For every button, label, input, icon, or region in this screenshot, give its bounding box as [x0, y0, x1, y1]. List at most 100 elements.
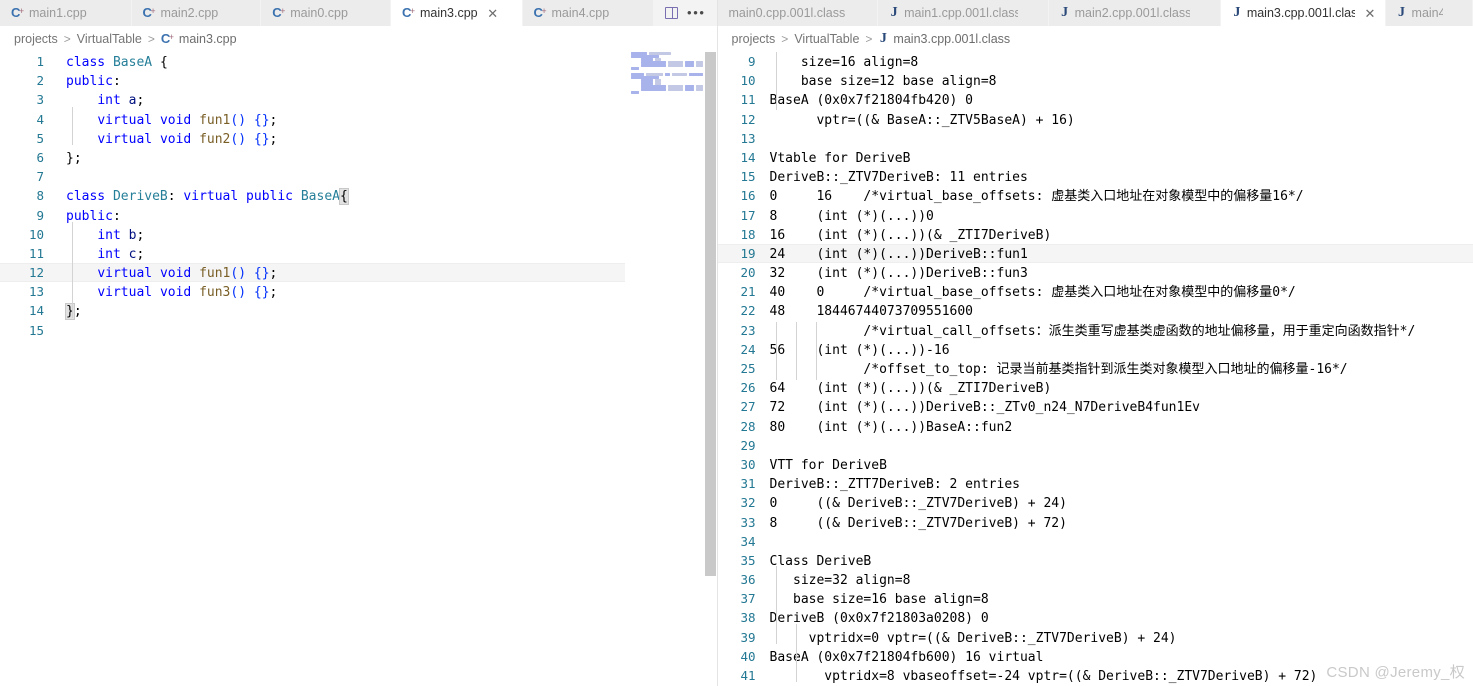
code-line[interactable]: 18 16 (int (*)(...))(& _ZTI7DeriveB) — [718, 225, 1473, 244]
code-text: virtual void fun2() {}; — [97, 131, 278, 147]
more-actions-icon[interactable]: ••• — [687, 6, 705, 19]
code-lines-right[interactable]: 9 size=16 align=8 10 base size=12 base al… — [717, 52, 1473, 686]
code-line[interactable]: 22 48 18446744073709551600 — [718, 301, 1473, 320]
code-line[interactable]: 7 — [0, 167, 717, 186]
code-line[interactable]: 24 56 (int (*)(...))-16 — [718, 340, 1473, 359]
code-line[interactable]: 31 DeriveB::_ZTT7DeriveB: 2 entries — [718, 474, 1473, 493]
code-line[interactable]: 41 vptridx=8 vbaseoffset=-24 vptr=((& De… — [718, 666, 1473, 685]
code-line[interactable]: 14 Vtable for DeriveB — [718, 148, 1473, 167]
line-number: 20 — [740, 265, 756, 281]
code-text: Vtable for DeriveB — [769, 150, 911, 166]
code-text: int a; — [97, 93, 145, 109]
code-line[interactable]: 12 vptr=((& BaseA::_ZTV5BaseA) + 16) — [718, 110, 1473, 129]
line-number: 25 — [740, 361, 756, 376]
java-class-icon: J — [1398, 5, 1406, 20]
line-number: 10 — [740, 73, 756, 89]
minimap-token — [630, 73, 644, 76]
tab-main4-cpp[interactable]: C+main4.cpp✕ — [522, 0, 655, 26]
vertical-scrollbar-left[interactable] — [702, 52, 717, 686]
code-line[interactable]: 6}; — [0, 148, 717, 167]
code-line[interactable]: 40 BaseA (0x0x7f21804fb600) 16 virtual — [718, 647, 1473, 666]
code-lines-left[interactable]: 1 class BaseA {2 public: 3 int a; 4 virtual … — [0, 52, 717, 686]
tab-main0-cpp[interactable]: C+main0.cpp✕ — [261, 0, 391, 26]
code-line[interactable]: 16 0 16 /*virtual_base_offsets: 虚基类入口地址在对… — [718, 186, 1473, 205]
code-line[interactable]: 4 virtual void fun1() {}; — [0, 110, 717, 129]
line-number: 21 — [740, 284, 756, 300]
minimap-token — [630, 52, 647, 55]
code-line[interactable]: 37 base size=16 base align=8 — [718, 589, 1473, 608]
code-line[interactable]: 1 class BaseA { — [0, 52, 717, 71]
code-line[interactable]: 14}; — [0, 301, 717, 321]
line-number: 4 — [36, 111, 44, 127]
breadcrumb-separator-icon: > — [63, 32, 71, 46]
code-line[interactable]: 20 32 (int (*)(...))DeriveB::fun3 — [718, 263, 1473, 282]
code-line[interactable]: 29 — [718, 436, 1473, 455]
code-line[interactable]: 34 — [718, 532, 1473, 551]
line-number: 12 — [740, 111, 756, 127]
breadcrumb-root[interactable]: projects — [14, 32, 58, 46]
breadcrumb-file[interactable]: main3.cpp.001l.class — [893, 32, 1010, 46]
code-line[interactable]: 13 virtual void fun3() {}; — [0, 282, 717, 301]
code-line[interactable]: 15 — [0, 321, 717, 340]
breadcrumb-file[interactable]: main3.cpp — [179, 32, 237, 46]
code-line[interactable]: 25 /*offset_to_top: 记录当前基类指针到派生类对象模型入口地址… — [718, 359, 1473, 378]
code-line[interactable]: 28 80 (int (*)(...))BaseA::fun2 — [718, 417, 1473, 436]
code-text: 72 (int (*)(...))DeriveB::_ZTv0_n24_N7De… — [769, 400, 1200, 416]
tab-main1-cpp[interactable]: C+main1.cpp✕ — [0, 0, 132, 26]
code-line[interactable]: 11 BaseA (0x0x7f21804fb420) 0 — [718, 90, 1473, 109]
code-line[interactable]: 32 0 ((& DeriveB::_ZTV7DeriveB) + 24) — [718, 493, 1473, 512]
code-line[interactable]: 12 virtual void fun1() {}; — [0, 263, 717, 283]
scrollbar-thumb[interactable] — [704, 52, 716, 576]
minimap-token — [695, 61, 703, 64]
code-text: 24 (int (*)(...))DeriveB::fun1 — [769, 246, 1028, 262]
code-editor-left[interactable]: 1 class BaseA {2 public: 3 int a; 4 virtual … — [0, 52, 717, 686]
code-line[interactable]: 9 public: — [0, 206, 717, 225]
code-line[interactable]: 23 /*virtual_call_offsets：派生类重写虚基类虚函数的地址… — [718, 321, 1473, 340]
code-line[interactable]: 11 int c; — [0, 244, 717, 263]
code-line[interactable]: 10 int b; — [0, 225, 717, 244]
tab-main1-cpp-001l-class[interactable]: Jmain1.cpp.001l.class✕ — [878, 0, 1049, 26]
breadcrumb-root[interactable]: projects — [732, 32, 776, 46]
breadcrumb-folder[interactable]: VirtualTable — [794, 32, 859, 46]
code-line[interactable]: 8 class DeriveB: virtual public BaseA{ — [0, 186, 717, 206]
code-editor-right[interactable]: 9 size=16 align=8 10 base size=12 base al… — [717, 52, 1473, 686]
minimap-token — [648, 52, 671, 55]
code-line[interactable]: 35 Class DeriveB — [718, 551, 1473, 570]
code-line[interactable]: 26 64 (int (*)(...))(& _ZTI7DeriveB) — [718, 378, 1473, 397]
code-line[interactable]: 33 8 ((& DeriveB::_ZTV7DeriveB) + 72) — [718, 513, 1473, 532]
tab-main2-cpp[interactable]: C+main2.cpp✕ — [131, 0, 262, 26]
code-line[interactable]: 13 — [718, 129, 1473, 148]
minimap-left[interactable] — [624, 52, 703, 686]
tab-main0-cpp-001l-class[interactable]: main0.cpp.001l.class✕ — [717, 0, 879, 26]
code-line[interactable]: 21 40 0 /*virtual_base_offsets: 虚基类入口地址在对… — [718, 282, 1473, 301]
minimap-token — [630, 76, 659, 79]
minimap-token — [685, 64, 694, 67]
split-editor-icon[interactable] — [665, 7, 679, 19]
code-line[interactable]: 36 size=32 align=8 — [718, 570, 1473, 589]
code-line[interactable]: 27 72 (int (*)(...))DeriveB::_ZTv0_n24_N7… — [718, 397, 1473, 416]
code-line[interactable]: 2 public: — [0, 71, 717, 90]
code-line[interactable]: 30 VTT for DeriveB — [718, 455, 1473, 474]
code-line[interactable]: 39 vptridx=0 vptr=((& DeriveB::_ZTV7Deri… — [718, 628, 1473, 647]
code-line[interactable]: 17 8 (int (*)(...))0 — [718, 206, 1473, 225]
code-line[interactable]: 5 virtual void fun2() {}; — [0, 129, 717, 148]
tab-close-icon[interactable]: ✕ — [1364, 7, 1376, 20]
code-line[interactable]: 15 DeriveB::_ZTV7DeriveB: 11 entries — [718, 167, 1473, 186]
code-line[interactable]: 10 base size=12 base align=8 — [718, 71, 1473, 90]
line-number: 35 — [740, 552, 756, 568]
line-number: 27 — [740, 399, 756, 415]
tab-label: main3.cpp.001l.class — [1246, 6, 1356, 20]
code-line[interactable]: 19 24 (int (*)(...))DeriveB::fun1 — [717, 243, 1473, 264]
code-line[interactable]: 3 int a; — [0, 90, 717, 109]
breadcrumb-folder[interactable]: VirtualTable — [77, 32, 142, 46]
line-number: 37 — [740, 591, 756, 607]
tab-main2-cpp-001l-class[interactable]: Jmain2.cpp.001l.class✕ — [1048, 0, 1221, 26]
tab-close-icon[interactable]: ✕ — [487, 7, 499, 20]
tab-main3-cpp[interactable]: C + main3.cpp ✕ — [390, 0, 523, 26]
code-line[interactable]: 9 size=16 align=8 — [718, 52, 1473, 71]
tab-main3-cpp-001l-class[interactable]: Jmain3.cpp.001l.class ✕ — [1220, 0, 1386, 26]
breadcrumb-separator-icon: > — [865, 32, 873, 46]
tab-main4-[interactable]: Jmain4.✕ — [1385, 0, 1473, 26]
minimap-token — [640, 85, 666, 88]
code-line[interactable]: 38 DeriveB (0x0x7f21803a0208) 0 — [718, 608, 1473, 627]
